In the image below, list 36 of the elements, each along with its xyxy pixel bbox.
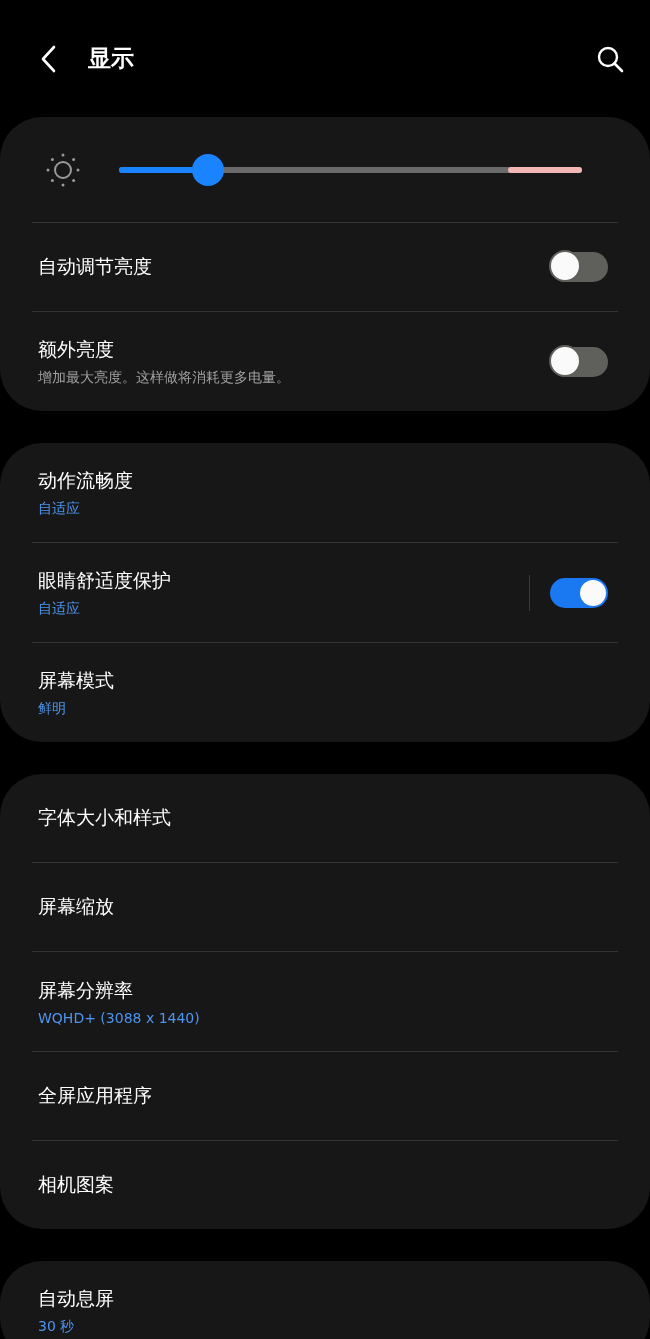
- setting-row[interactable]: 自动息屏 30 秒: [32, 1261, 618, 1339]
- setting-description: 增加最大亮度。这样做将消耗更多电量。: [38, 368, 291, 387]
- setting-row[interactable]: 自动调节亮度: [32, 223, 618, 311]
- setting-row[interactable]: 全屏应用程序: [32, 1052, 618, 1140]
- setting-title: 屏幕缩放: [38, 894, 115, 919]
- setting-title: 相机图案: [38, 1172, 115, 1197]
- setting-value: 自适应: [38, 499, 81, 518]
- setting-title: 额外亮度: [38, 336, 115, 362]
- search-icon[interactable]: [596, 44, 624, 73]
- setting-value: 30 秒: [38, 1317, 76, 1336]
- back-icon[interactable]: [40, 44, 56, 73]
- setting-title: 动作流畅度: [38, 467, 134, 493]
- page-title: 显示: [88, 44, 135, 73]
- setting-value: 鲜明: [38, 699, 67, 718]
- setting-title: 自动息屏: [38, 1285, 115, 1311]
- toggle-switch[interactable]: [550, 577, 608, 608]
- setting-row[interactable]: 屏幕分辨率 WQHD+ (3088 x 1440): [32, 952, 618, 1051]
- setting-title: 自动调节亮度: [38, 254, 153, 279]
- setting-title: 屏幕分辨率: [38, 977, 134, 1003]
- sun-icon: [45, 151, 81, 188]
- setting-row[interactable]: 屏幕缩放: [32, 863, 618, 951]
- setting-row[interactable]: 动作流畅度 自适应: [32, 443, 618, 542]
- setting-row[interactable]: 相机图案: [32, 1141, 618, 1229]
- toggle-switch[interactable]: [550, 346, 608, 377]
- setting-value: 自适应: [38, 599, 81, 618]
- setting-value: WQHD+ (3088 x 1440): [38, 1009, 201, 1026]
- setting-row[interactable]: 屏幕模式 鲜明: [32, 643, 618, 742]
- setting-row[interactable]: 眼睛舒适度保护 自适应: [32, 543, 618, 642]
- setting-title: 字体大小和样式: [38, 805, 172, 830]
- slider-thumb[interactable]: [192, 153, 225, 186]
- setting-row[interactable]: 字体大小和样式: [32, 774, 618, 862]
- setting-title: 屏幕模式: [38, 667, 115, 693]
- setting-title: 眼睛舒适度保护: [38, 567, 172, 593]
- setting-row[interactable]: 额外亮度 增加最大亮度。这样做将消耗更多电量。: [32, 312, 618, 411]
- toggle-switch[interactable]: [550, 252, 608, 282]
- setting-title: 全屏应用程序: [38, 1083, 153, 1108]
